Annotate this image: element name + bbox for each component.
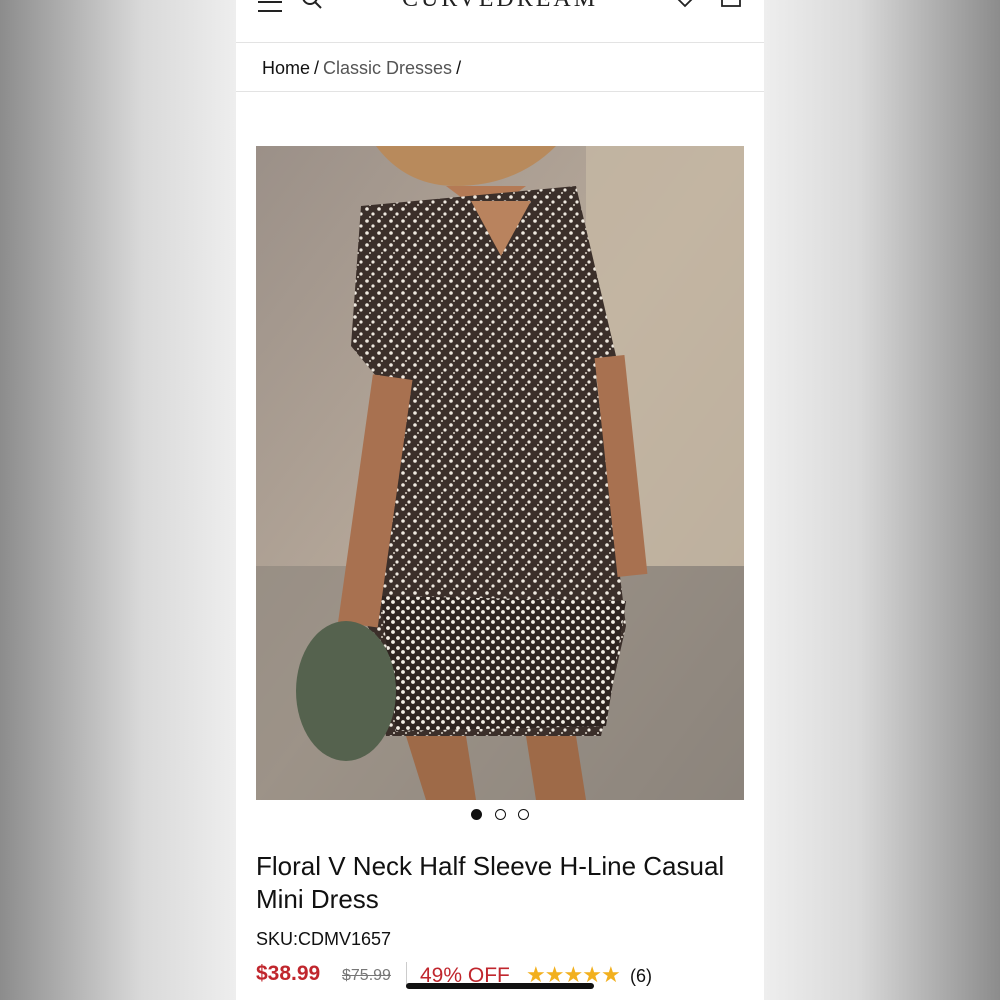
original-price: $75.99: [342, 967, 391, 984]
breadcrumb-category[interactable]: Classic Dresses: [323, 58, 452, 78]
pagination-dot[interactable]: [494, 809, 506, 820]
product-sku: SKU:CDMV1657: [256, 929, 392, 949]
sale-price: $38.99: [256, 962, 321, 985]
breadcrumb: Home / Classic Dresses /: [262, 58, 465, 79]
breadcrumb-separator: /: [314, 58, 320, 78]
background-left: [0, 0, 236, 1000]
pagination-dot[interactable]: [517, 809, 529, 820]
heart-icon[interactable]: [672, 0, 698, 10]
star-icon: ★: [600, 962, 621, 987]
pagination-dot-active[interactable]: [471, 809, 483, 820]
divider: [236, 91, 764, 92]
product-title: Floral V Neck Half Sleeve H-Line Casual …: [256, 851, 725, 914]
product-image[interactable]: [256, 146, 744, 800]
image-pagination: [236, 807, 764, 825]
review-count[interactable]: (6): [630, 966, 652, 987]
breadcrumb-home[interactable]: Home: [262, 58, 310, 78]
background-right: [764, 0, 1000, 1000]
home-indicator: [406, 983, 594, 989]
bag-icon[interactable]: [720, 0, 742, 8]
top-navigation-bar: CURVEDREAM: [236, 0, 764, 43]
breadcrumb-separator: /: [456, 58, 462, 78]
phone-screen: CURVEDREAM Home/Classic Dresses/: [236, 0, 764, 1000]
